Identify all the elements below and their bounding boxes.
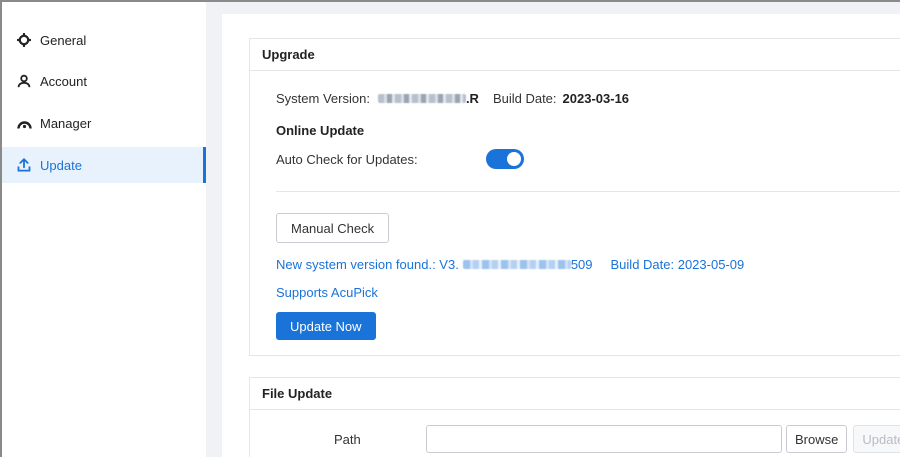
user-icon (16, 73, 32, 89)
manual-check-button[interactable]: Manual Check (276, 213, 390, 243)
update-now-row: Update Now (276, 312, 376, 340)
file-update-button[interactable]: Update (853, 425, 900, 453)
new-version-row: New system version found.: V3. 509 Build… (276, 257, 744, 272)
update-now-button[interactable]: Update Now (276, 312, 376, 340)
divider (276, 191, 900, 192)
system-version-suffix: .R (465, 91, 479, 106)
build-date-value: 2023-03-16 (562, 91, 630, 106)
path-input[interactable] (426, 425, 782, 453)
upgrade-panel: Upgrade System Version: .R Build Date: 2… (249, 38, 900, 356)
system-version-row: System Version: .R Build Date: 2023-03-1… (276, 91, 629, 106)
supports-text: Supports AcuPick (276, 285, 378, 300)
sidebar-item-label: Account (40, 73, 87, 89)
sidebar-item-label: General (40, 32, 87, 48)
sidebar-item-update[interactable]: Update (2, 147, 206, 183)
build-date-label: Build Date: (492, 91, 557, 106)
sidebar-item-general[interactable]: General (2, 22, 206, 58)
sidebar-item-manager[interactable]: Manager (2, 105, 206, 141)
sidebar-item-label: Manager (40, 115, 92, 131)
sidebar: General Account Manager Update (2, 2, 206, 457)
auto-check-label: Auto Check for Updates: (276, 151, 418, 167)
auto-check-row: Auto Check for Updates: (276, 149, 524, 169)
upload-icon (16, 157, 32, 173)
new-version-prefix: New system version found.: V3. (276, 257, 459, 272)
new-version-suffix: 509 (570, 257, 593, 272)
app-frame: General Account Manager Update Upgrade S… (0, 0, 900, 457)
file-update-panel: File Update Path Browse Update (249, 377, 900, 457)
upgrade-title: Upgrade (250, 39, 900, 71)
manager-icon (16, 115, 32, 131)
browse-button[interactable]: Browse (786, 425, 848, 453)
sidebar-item-account[interactable]: Account (2, 63, 206, 99)
sidebar-item-label: Update (40, 157, 82, 173)
path-label: Path (334, 431, 361, 447)
new-build-date: Build Date: 2023-05-09 (610, 257, 745, 272)
main-content: Upgrade System Version: .R Build Date: 2… (222, 14, 900, 457)
file-update-title: File Update (250, 378, 900, 410)
new-version-redacted (462, 260, 571, 269)
path-row: Path Browse Update (250, 425, 900, 453)
manual-check-row: Manual Check (276, 213, 390, 243)
auto-check-toggle[interactable] (486, 149, 524, 169)
system-version-redacted (377, 94, 466, 103)
online-update-title: Online Update (276, 123, 365, 138)
gear-icon (16, 32, 32, 48)
system-version-label: System Version: (276, 91, 370, 106)
toggle-knob (507, 152, 521, 166)
